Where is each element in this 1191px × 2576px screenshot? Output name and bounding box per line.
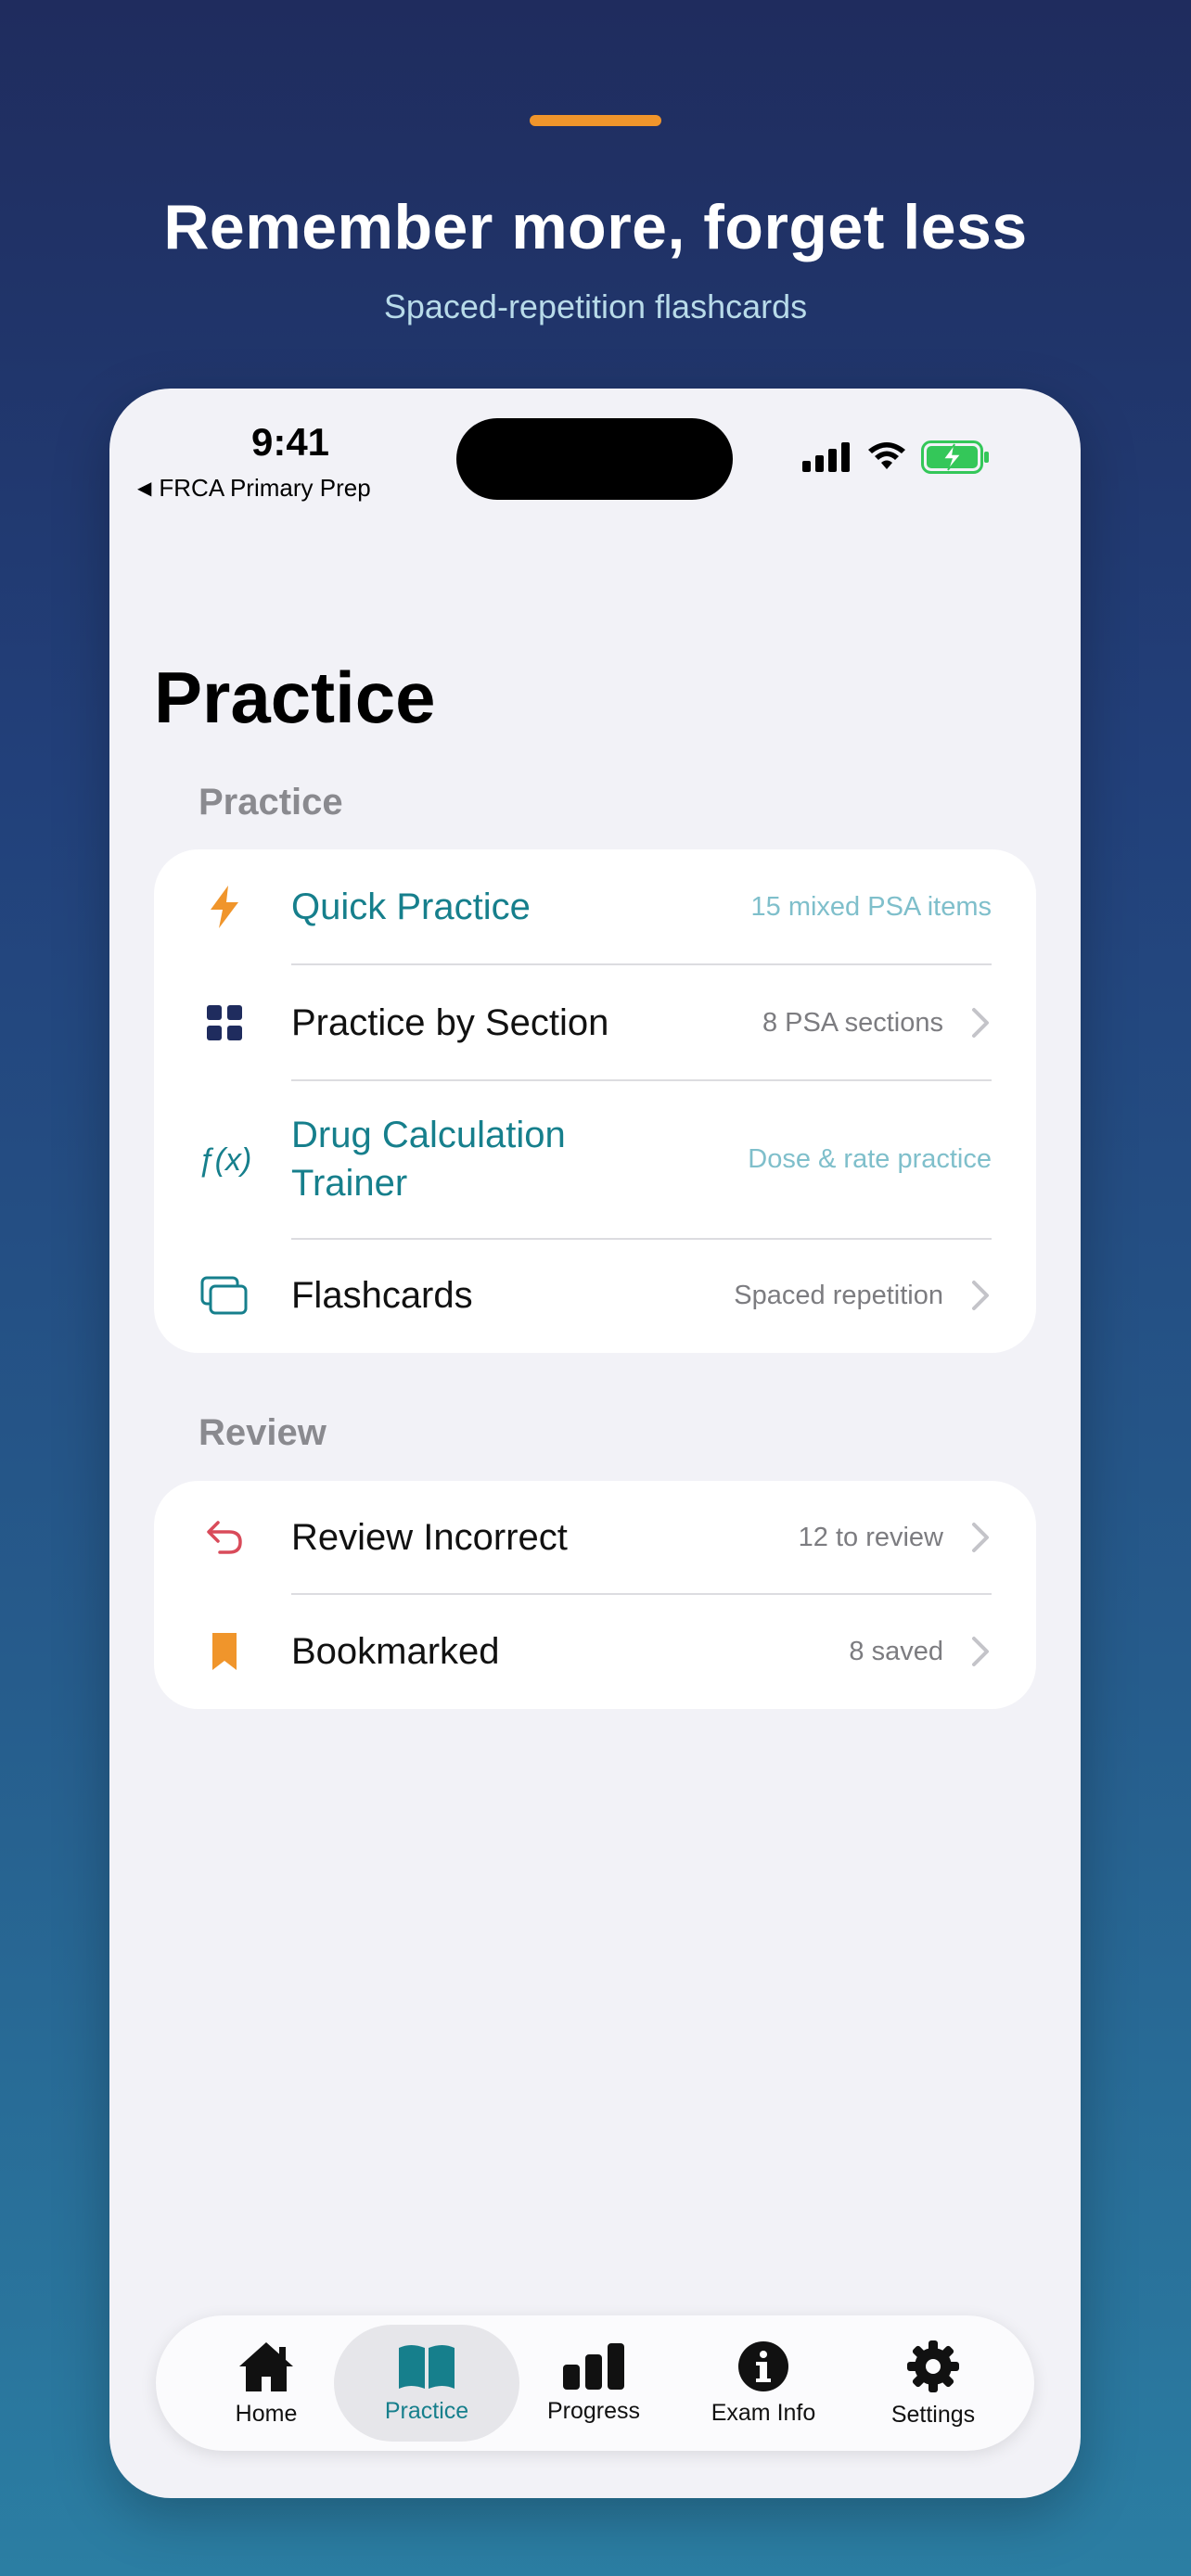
grid-icon bbox=[197, 995, 252, 1051]
row-quick-practice[interactable]: Quick Practice 15 mixed PSA items bbox=[154, 849, 1036, 964]
tab-label: Practice bbox=[384, 2397, 469, 2424]
status-icons bbox=[802, 440, 992, 474]
tab-settings[interactable]: Settings bbox=[845, 2325, 1021, 2442]
chevron-right-icon bbox=[972, 1523, 989, 1552]
tab-label: Progress bbox=[546, 2397, 641, 2424]
practice-card: Quick Practice 15 mixed PSA items Practi… bbox=[154, 849, 1036, 1353]
row-practice-by-section[interactable]: Practice by Section 8 PSA sections bbox=[154, 965, 1036, 1080]
row-label: Bookmarked bbox=[291, 1631, 500, 1672]
tab-progress[interactable]: Progress bbox=[506, 2325, 682, 2442]
function-icon: ƒ(x) bbox=[197, 1141, 252, 1178]
tab-bar: Home Practice Progress Exam Info Setting… bbox=[156, 2315, 1034, 2451]
row-detail: 15 mixed PSA items bbox=[750, 892, 992, 922]
row-review-incorrect[interactable]: Review Incorrect 12 to review bbox=[154, 1481, 1036, 1594]
row-label-line1: Drug Calculation bbox=[291, 1115, 566, 1155]
promo-subheadline: Spaced-repetition flashcards bbox=[383, 287, 808, 325]
gear-icon bbox=[907, 2340, 959, 2392]
info-icon bbox=[738, 2340, 788, 2391]
row-label: Flashcards bbox=[291, 1275, 473, 1316]
cards-icon bbox=[197, 1268, 252, 1323]
row-drug-calculation-trainer[interactable]: ƒ(x) Drug Calculation Trainer Dose & rat… bbox=[154, 1081, 1036, 1239]
section-header-practice: Practice bbox=[198, 782, 343, 823]
chevron-right-icon bbox=[972, 1281, 989, 1310]
status-time: 9:41 bbox=[250, 420, 330, 464]
chevron-right-icon bbox=[972, 1637, 989, 1666]
house-icon bbox=[239, 2341, 293, 2391]
tab-label: Settings bbox=[890, 2401, 976, 2428]
tab-practice[interactable]: Practice bbox=[334, 2325, 519, 2442]
bar-chart-icon bbox=[563, 2342, 624, 2390]
back-to-app-link[interactable]: ◀ FRCA Primary Prep bbox=[137, 474, 371, 503]
bolt-icon bbox=[197, 879, 252, 935]
signal-icon bbox=[802, 442, 850, 472]
undo-arrow-icon bbox=[197, 1510, 252, 1565]
tab-home[interactable]: Home bbox=[178, 2325, 354, 2442]
bookmark-icon bbox=[197, 1624, 252, 1679]
phone-screen: 9:41 ◀ FRCA Primary Prep Practice Practi… bbox=[109, 389, 1081, 2498]
dynamic-island bbox=[456, 418, 733, 500]
section-header-review: Review bbox=[198, 1412, 327, 1453]
row-flashcards[interactable]: Flashcards Spaced repetition bbox=[154, 1240, 1036, 1353]
row-label-line2: Trainer bbox=[291, 1163, 408, 1204]
row-bookmarked[interactable]: Bookmarked 8 saved bbox=[154, 1595, 1036, 1709]
book-icon bbox=[399, 2344, 455, 2389]
row-label: Review Incorrect bbox=[291, 1517, 568, 1558]
row-label: Practice by Section bbox=[291, 1002, 609, 1043]
tab-label: Exam Info bbox=[711, 2399, 816, 2426]
back-app-label: FRCA Primary Prep bbox=[159, 474, 371, 502]
battery-charging-icon bbox=[921, 440, 989, 474]
page-title: Practice bbox=[154, 657, 436, 738]
back-triangle-icon: ◀ bbox=[137, 478, 152, 499]
row-detail: 12 to review bbox=[798, 1523, 943, 1552]
row-detail: 8 saved bbox=[849, 1637, 943, 1666]
tab-label: Home bbox=[235, 2400, 298, 2427]
row-detail: Dose & rate practice bbox=[748, 1144, 992, 1174]
promo-headline: Remember more, forget less bbox=[163, 192, 1028, 262]
row-detail: Spaced repetition bbox=[734, 1281, 943, 1310]
wifi-icon bbox=[868, 442, 905, 469]
row-label: Quick Practice bbox=[291, 886, 531, 927]
accent-bar bbox=[530, 115, 661, 126]
row-detail: 8 PSA sections bbox=[762, 1008, 943, 1038]
chevron-right-icon bbox=[972, 1008, 989, 1038]
tab-exam-info[interactable]: Exam Info bbox=[675, 2325, 852, 2442]
review-card: Review Incorrect 12 to review Bookmarked… bbox=[154, 1481, 1036, 1709]
